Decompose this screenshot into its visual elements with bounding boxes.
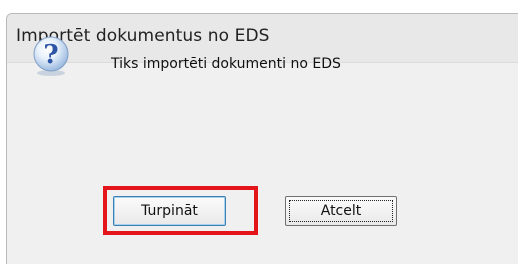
dialog-window: Importēt dokumentus no EDS [6,13,518,264]
svg-text:?: ? [43,40,58,70]
screen: Importēt dokumentus no EDS ? Tiks import… [0,0,518,264]
dialog-body [7,63,518,264]
dialog-message: Tiks importēti dokumenti no EDS [111,56,341,72]
cancel-button-label: Atcelt [320,203,362,219]
question-icon: ? [33,36,69,76]
highlight-annotation [103,186,258,235]
cancel-button[interactable]: Atcelt [285,196,397,226]
